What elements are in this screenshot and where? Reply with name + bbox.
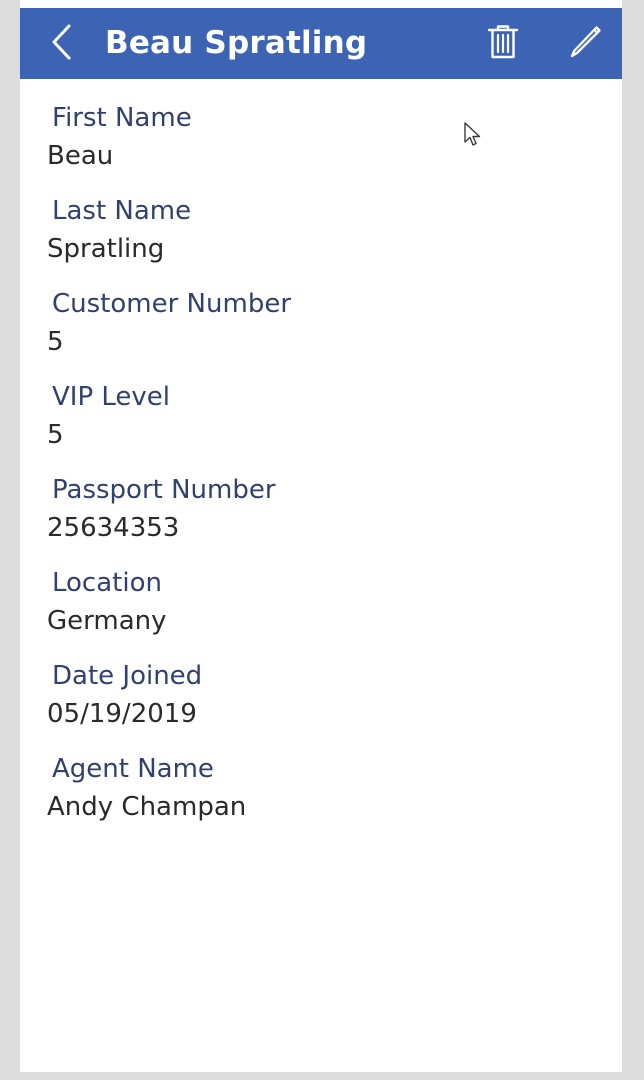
back-button[interactable] [40, 22, 84, 66]
field-label: Agent Name [52, 754, 214, 784]
field-value: 5 [47, 420, 64, 450]
field-value: Germany [47, 606, 167, 636]
field-label: Customer Number [52, 289, 292, 319]
field-value: Spratling [47, 234, 165, 264]
field-row-customer-number: Customer Number 5 [20, 287, 622, 380]
field-label: Location [52, 568, 162, 598]
trash-icon [486, 22, 520, 66]
field-row-vip-level: VIP Level 5 [20, 380, 622, 473]
field-row-agent-name: Agent Name Andy Champan [20, 752, 622, 845]
field-row-first-name: First Name Beau [20, 101, 622, 194]
field-value: 05/19/2019 [47, 699, 197, 729]
field-label: VIP Level [52, 382, 171, 412]
pencil-icon [566, 23, 604, 65]
detail-list: First Name Beau Last Name Spratling Cust… [20, 79, 622, 1072]
delete-button[interactable] [479, 20, 527, 68]
app-frame: Beau Spratling First Name Beau Last Name… [20, 0, 622, 1072]
chevron-left-icon [48, 22, 76, 66]
edit-button[interactable] [561, 20, 609, 68]
field-row-passport-number: Passport Number 25634353 [20, 473, 622, 566]
field-label: Date Joined [52, 661, 203, 691]
field-row-date-joined: Date Joined 05/19/2019 [20, 659, 622, 752]
field-row-location: Location Germany [20, 566, 622, 659]
page-title: Beau Spratling [105, 25, 368, 61]
app-header: Beau Spratling [20, 8, 622, 79]
field-value: 25634353 [47, 513, 180, 543]
field-row-last-name: Last Name Spratling [20, 194, 622, 287]
field-value: 5 [47, 327, 64, 357]
field-value: Beau [47, 141, 114, 171]
field-label: First Name [52, 103, 192, 133]
field-label: Last Name [52, 196, 192, 226]
field-value: Andy Champan [47, 792, 247, 822]
field-label: Passport Number [52, 475, 276, 505]
